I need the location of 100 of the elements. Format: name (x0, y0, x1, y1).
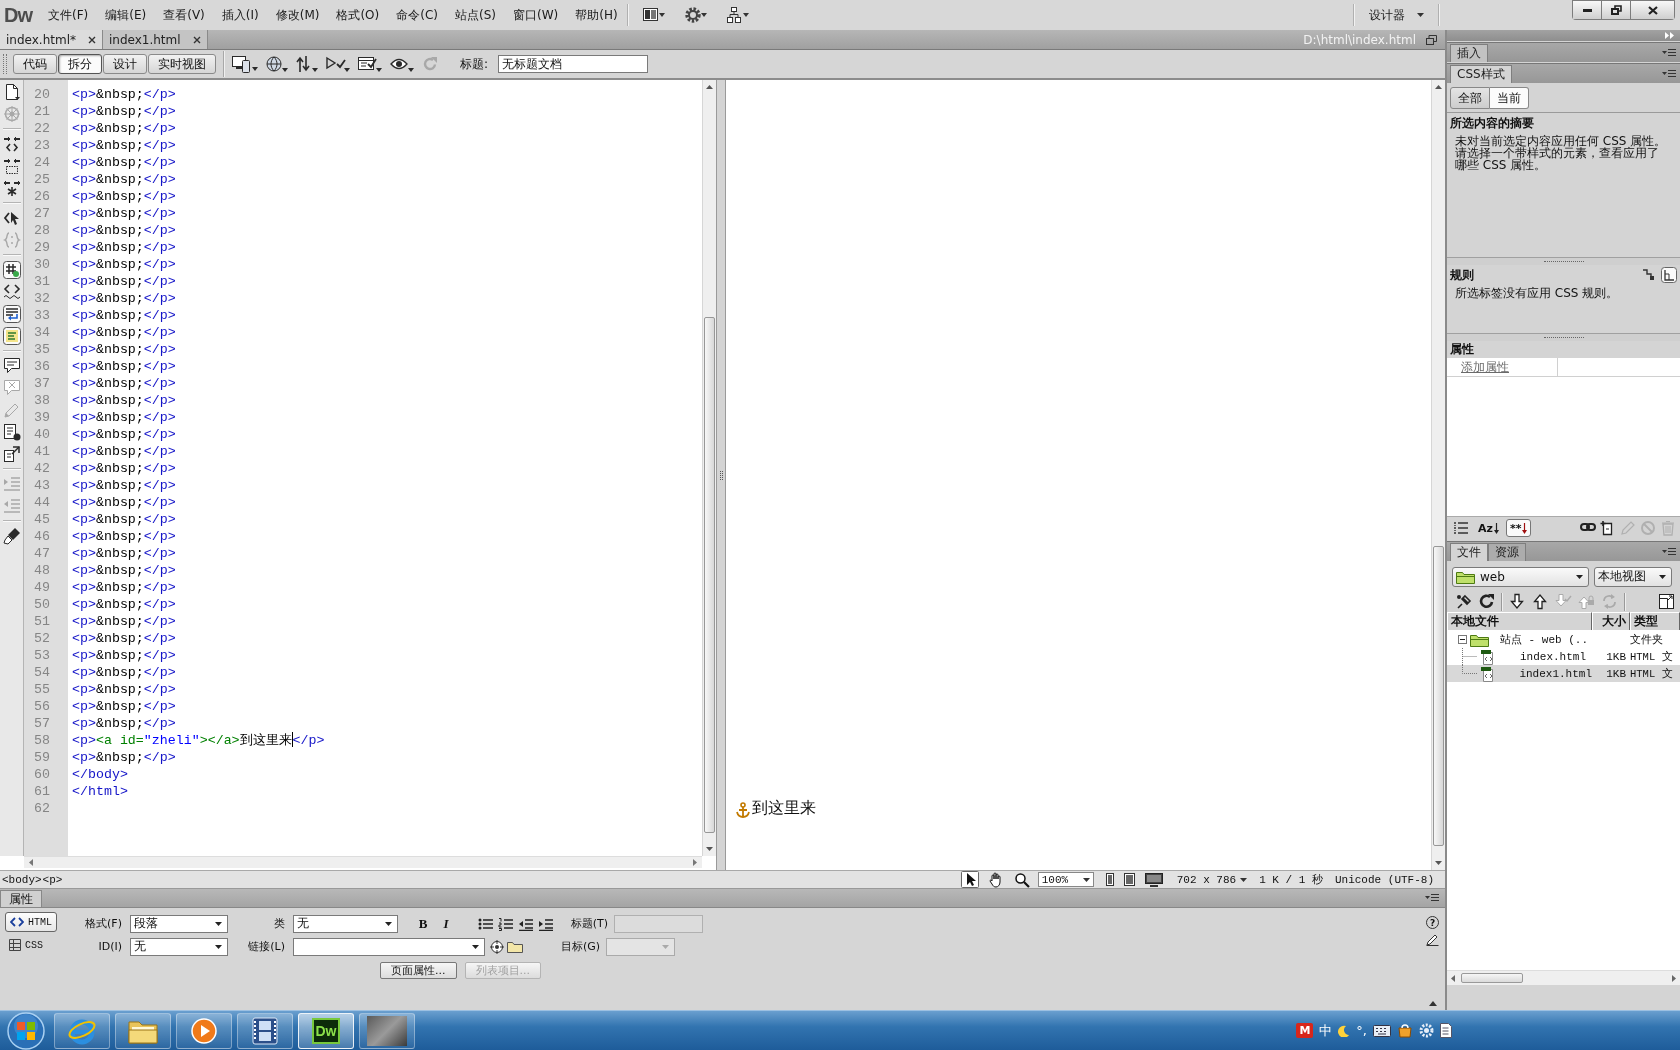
up-down-arrows-icon[interactable] (296, 55, 318, 73)
panel-tab[interactable]: 插入 (1450, 44, 1488, 62)
horizontal-scrollbar[interactable] (24, 856, 702, 868)
menu-item[interactable]: 窗口(W) (504, 4, 567, 26)
pointer-bracket-icon[interactable] (2, 209, 21, 227)
class-select[interactable]: 无 (293, 914, 398, 933)
scroll-left-icon[interactable] (29, 859, 33, 866)
file-row[interactable]: index1.html 1KB HTML 文 (1447, 665, 1680, 682)
crosshair-icon[interactable] (490, 939, 504, 954)
view-button[interactable]: 拆分 (58, 54, 102, 74)
restore-icon[interactable] (1426, 34, 1437, 45)
expand-window-icon[interactable] (1658, 593, 1675, 610)
close-button[interactable] (1631, 0, 1675, 20)
horizontal-scrollbar[interactable] (1447, 970, 1680, 985)
menu-item[interactable]: 编辑(E) (97, 4, 155, 26)
bold-button[interactable]: B (415, 915, 431, 932)
close-icon[interactable] (88, 35, 96, 44)
restore-button[interactable] (1602, 0, 1631, 20)
menu-item[interactable]: 查看(V) (155, 4, 213, 26)
panel-tab[interactable]: CSS样式 (1450, 65, 1512, 83)
collapse-toggle-icon[interactable] (1458, 635, 1467, 644)
ime-status[interactable]: 中 (1319, 1021, 1333, 1040)
menu-item[interactable]: 修改(M) (267, 4, 328, 26)
tag-selector-item[interactable]: <p> (42, 873, 63, 886)
document-tab[interactable]: index.html* (0, 30, 103, 49)
taskbar-button[interactable]: Dw (298, 1012, 354, 1049)
panel-tab[interactable]: 属性 (0, 890, 42, 907)
menu-item[interactable]: 格式(O) (328, 4, 388, 26)
menu-item[interactable]: 帮助(H) (567, 4, 626, 26)
scroll-right-icon[interactable] (693, 859, 697, 866)
page-icon[interactable] (1440, 1023, 1452, 1038)
minimize-button[interactable] (1572, 0, 1602, 20)
brush-icon[interactable] (2, 527, 21, 545)
hash-icon[interactable] (2, 261, 21, 279)
mode-button[interactable]: HTML (5, 912, 57, 932)
gear-icon[interactable] (1419, 1023, 1434, 1038)
bag-icon[interactable] (1397, 1023, 1413, 1038)
scrollbar-thumb[interactable] (704, 317, 715, 833)
scroll-left-icon[interactable] (1451, 974, 1455, 982)
mode-button[interactable]: CSS (5, 935, 57, 955)
small-page-icon[interactable] (1105, 873, 1114, 886)
collapse-brackets-icon[interactable] (2, 135, 21, 153)
zoom-select[interactable]: 100% (1037, 872, 1094, 887)
menu-item[interactable]: 命令(C) (388, 4, 446, 26)
scrollbar-thumb[interactable] (1461, 973, 1523, 983)
view-select[interactable]: 本地视图 (1594, 566, 1672, 587)
id-select[interactable]: 无 (130, 937, 228, 956)
scrollbar-thumb[interactable] (1433, 546, 1444, 846)
scroll-down-icon[interactable] (706, 847, 713, 851)
pointer-icon[interactable] (960, 871, 979, 888)
view-mode-button[interactable]: Az (1475, 519, 1502, 537)
vertical-scrollbar[interactable] (1431, 80, 1445, 870)
page-arrow-icon[interactable] (2, 445, 21, 463)
sitemap-icon[interactable] (726, 7, 749, 23)
scroll-up-icon[interactable] (1435, 85, 1442, 89)
window-check-icon[interactable] (358, 55, 382, 73)
taskbar-button[interactable] (237, 1012, 293, 1049)
collapse-box-icon[interactable] (2, 157, 21, 175)
window-size-menu[interactable]: 702 x 786 (1176, 873, 1248, 886)
layout-icon[interactable] (642, 8, 665, 22)
view-button[interactable]: 设计 (103, 54, 147, 74)
site-select[interactable]: web (1452, 566, 1589, 587)
file-row[interactable]: 站点 - web (.. 文件夹 (1447, 631, 1680, 648)
panel-menu-icon[interactable] (1662, 48, 1676, 57)
down-arrow-icon[interactable] (1509, 593, 1526, 610)
css-mode-button[interactable]: 全部 (1450, 87, 1490, 109)
link-field[interactable] (293, 937, 485, 956)
tag-selector-item[interactable]: <body> (2, 873, 42, 886)
anchor-icon[interactable] (736, 802, 750, 818)
moon-icon[interactable] (1338, 1024, 1351, 1037)
panel-button[interactable]: 页面属性... (380, 962, 457, 979)
format-select[interactable]: 段落 (130, 914, 228, 933)
taskbar-button[interactable] (54, 1012, 110, 1049)
view-mode-button[interactable]: ** (1505, 519, 1532, 537)
speech-bubble-icon[interactable] (2, 357, 21, 375)
ime-status[interactable]: °, (1356, 1023, 1367, 1038)
snippet-page-icon[interactable] (2, 423, 21, 441)
magnifier-icon[interactable] (1012, 871, 1031, 888)
globe-icon[interactable] (266, 55, 288, 73)
taskbar-button[interactable] (176, 1012, 232, 1049)
close-icon[interactable] (192, 35, 201, 44)
start-button[interactable] (6, 1011, 46, 1050)
bullet-list-icon[interactable] (478, 916, 494, 931)
ime-logo[interactable]: M (1296, 1023, 1314, 1038)
wavy-brackets-icon[interactable] (2, 283, 21, 301)
category-list-icon[interactable] (1451, 519, 1471, 537)
menu-item[interactable]: 插入(I) (213, 4, 267, 26)
plug-icon[interactable] (1455, 593, 1472, 610)
monitor-icon[interactable] (1144, 872, 1163, 887)
indent-icon[interactable] (538, 916, 554, 931)
cascade-view-icon[interactable] (1641, 267, 1657, 283)
css-mode-button[interactable]: 当前 (1490, 87, 1529, 109)
menu-item[interactable]: 站点(S) (447, 4, 504, 26)
asterisk-arrows-icon[interactable] (2, 179, 21, 197)
view-button[interactable]: 代码 (13, 54, 57, 74)
toolbar-grip[interactable] (3, 54, 7, 74)
collapse-up-icon[interactable] (1428, 1001, 1437, 1006)
scroll-up-icon[interactable] (706, 85, 713, 89)
panel-tab[interactable]: 文件 (1450, 543, 1488, 561)
vertical-scrollbar[interactable] (702, 80, 716, 856)
